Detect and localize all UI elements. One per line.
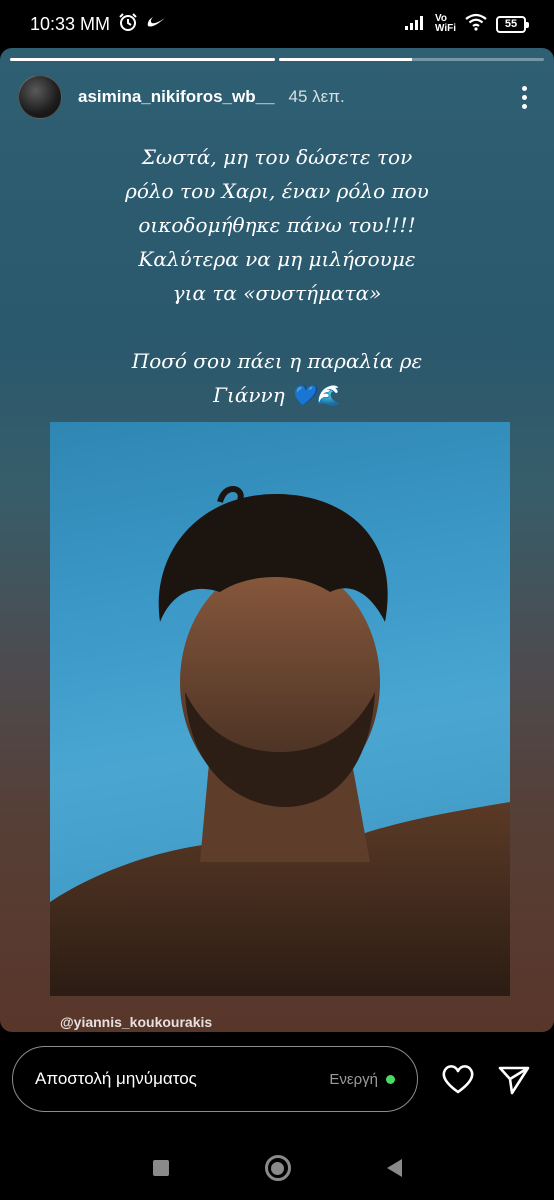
status-left: 10:33 MM: [30, 12, 166, 37]
home-icon[interactable]: [264, 1155, 291, 1181]
more-icon[interactable]: [512, 82, 536, 112]
status-right: Vo WiFi 55: [404, 13, 529, 36]
avatar[interactable]: [18, 75, 62, 119]
status-time: 10:33 MM: [30, 13, 111, 34]
recents-icon[interactable]: [152, 1160, 169, 1176]
photo-tag[interactable]: @yiannis_koukourakis: [60, 1014, 212, 1030]
progress-segment: [279, 58, 544, 61]
active-dot: [386, 1074, 395, 1084]
story-card[interactable]: asimina_nikiforos_wb__ 45 λεπ. Σωστά, μη…: [0, 48, 554, 1032]
time-ago: 45 λεπ.: [288, 87, 345, 106]
nike-icon: [146, 14, 166, 35]
active-status: Ενεργή: [329, 1070, 378, 1088]
caption-paragraph-2: Ποσό σου πάει η παραλία ρε Γιάννη 💙🌊: [131, 349, 423, 407]
story-photo: [50, 422, 510, 996]
battery-level: 55: [504, 18, 518, 30]
progress-fill: [10, 58, 275, 61]
vowifi-bottom: WiFi: [434, 23, 456, 34]
reply-input[interactable]: Αποστολή μηνύματος Ενεργή: [12, 1046, 418, 1112]
progress-fill: [279, 58, 412, 61]
status-bar: 10:33 MM Vo WiFi 55: [0, 0, 554, 48]
alarm-icon: [118, 12, 138, 37]
story-progress: [10, 58, 544, 61]
photo-illustration: [50, 486, 510, 996]
reply-placeholder: Αποστολή μηνύματος: [35, 1069, 197, 1088]
send-icon[interactable]: [496, 1062, 532, 1096]
battery-icon: 55: [496, 15, 529, 33]
caption-paragraph-1: Σωστά, μη του δώσετε τον ρόλο του Χαρι, …: [125, 145, 429, 305]
back-icon[interactable]: [386, 1159, 402, 1177]
story-caption: Σωστά, μη του δώσετε τον ρόλο του Χαρι, …: [60, 140, 494, 412]
heart-icon[interactable]: [440, 1062, 476, 1096]
wifi-icon: [464, 13, 488, 36]
navigation-bar: [0, 1140, 554, 1196]
story-header: asimina_nikiforos_wb__ 45 λεπ.: [18, 74, 536, 120]
username[interactable]: asimina_nikiforos_wb__: [78, 87, 275, 107]
signal-icon: [404, 14, 427, 35]
progress-segment: [10, 58, 275, 61]
vowifi-label: Vo WiFi: [435, 14, 456, 34]
